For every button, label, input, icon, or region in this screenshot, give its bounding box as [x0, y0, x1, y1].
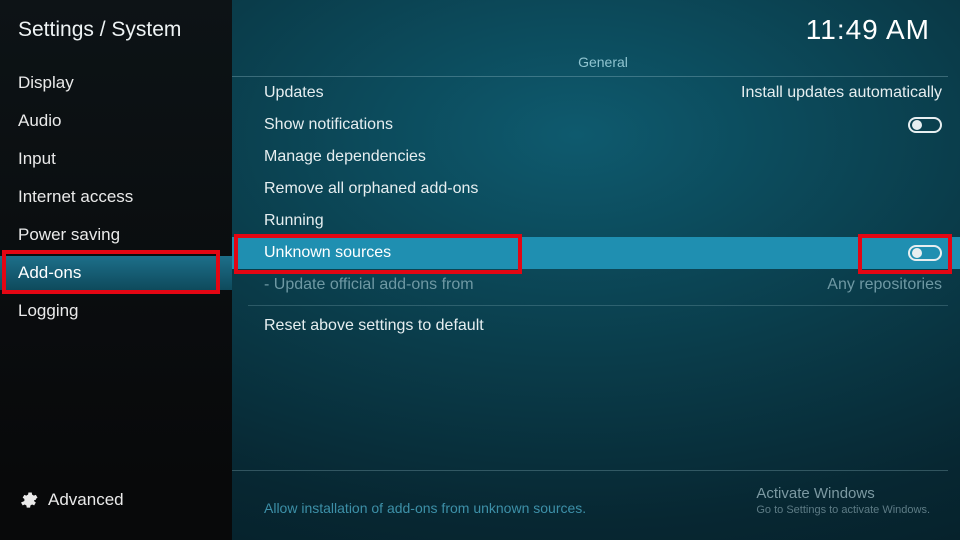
- sidebar-item-input[interactable]: Input: [0, 142, 232, 176]
- sidebar-item-internet-access[interactable]: Internet access: [0, 180, 232, 214]
- setting-label: Update official add-ons from: [264, 276, 474, 294]
- setting-value: Any repositories: [827, 276, 942, 294]
- clock: 11:49 AM: [806, 14, 930, 46]
- sidebar-item-power-saving[interactable]: Power saving: [0, 218, 232, 252]
- sidebar-items: Display Audio Input Internet access Powe…: [0, 66, 232, 474]
- windows-watermark: Activate Windows Go to Settings to activ…: [756, 485, 930, 516]
- divider: [248, 305, 948, 306]
- breadcrumb: Settings / System: [0, 0, 232, 66]
- setting-label: Remove all orphaned add-ons: [264, 180, 478, 198]
- setting-value: Install updates automatically: [741, 84, 942, 102]
- setting-row-unknown-sources[interactable]: Unknown sources: [232, 237, 960, 269]
- section-title-general: General: [260, 54, 946, 76]
- setting-label: Show notifications: [264, 116, 393, 134]
- setting-row-running[interactable]: Running: [232, 205, 960, 237]
- settings-sidebar: Settings / System Display Audio Input In…: [0, 0, 232, 540]
- gear-icon: [18, 490, 38, 510]
- toggle-switch[interactable]: [908, 117, 942, 133]
- setting-label: Updates: [264, 84, 324, 102]
- settings-content: General Updates Install updates automati…: [232, 54, 960, 470]
- setting-label: Reset above settings to default: [264, 317, 484, 335]
- setting-hint: Allow installation of add-ons from unkno…: [264, 500, 586, 516]
- toggle-switch-unknown-sources[interactable]: [908, 245, 942, 261]
- setting-row-show-notifications[interactable]: Show notifications: [232, 109, 960, 141]
- setting-row-remove-orphaned[interactable]: Remove all orphaned add-ons: [232, 173, 960, 205]
- watermark-title: Activate Windows: [756, 485, 930, 502]
- watermark-subtitle: Go to Settings to activate Windows.: [756, 504, 930, 516]
- sidebar-item-add-ons[interactable]: Add-ons: [0, 256, 232, 290]
- setting-row-updates[interactable]: Updates Install updates automatically: [232, 77, 960, 109]
- setting-row-reset-defaults[interactable]: Reset above settings to default: [232, 310, 960, 342]
- setting-row-manage-dependencies[interactable]: Manage dependencies: [232, 141, 960, 173]
- setting-label: Manage dependencies: [264, 148, 426, 166]
- sidebar-item-audio[interactable]: Audio: [0, 104, 232, 138]
- settings-footer: Allow installation of add-ons from unkno…: [232, 470, 948, 540]
- setting-label: Unknown sources: [264, 244, 391, 262]
- setting-label: Running: [264, 212, 324, 230]
- sidebar-level-toggle[interactable]: Advanced: [0, 474, 232, 540]
- settings-main: 11:49 AM General Updates Install updates…: [232, 0, 960, 540]
- app-root: Settings / System Display Audio Input In…: [0, 0, 960, 540]
- sidebar-item-logging[interactable]: Logging: [0, 294, 232, 328]
- setting-row-update-official-from: Update official add-ons from Any reposit…: [232, 269, 960, 301]
- sidebar-item-display[interactable]: Display: [0, 66, 232, 100]
- sidebar-level-label: Advanced: [48, 490, 124, 510]
